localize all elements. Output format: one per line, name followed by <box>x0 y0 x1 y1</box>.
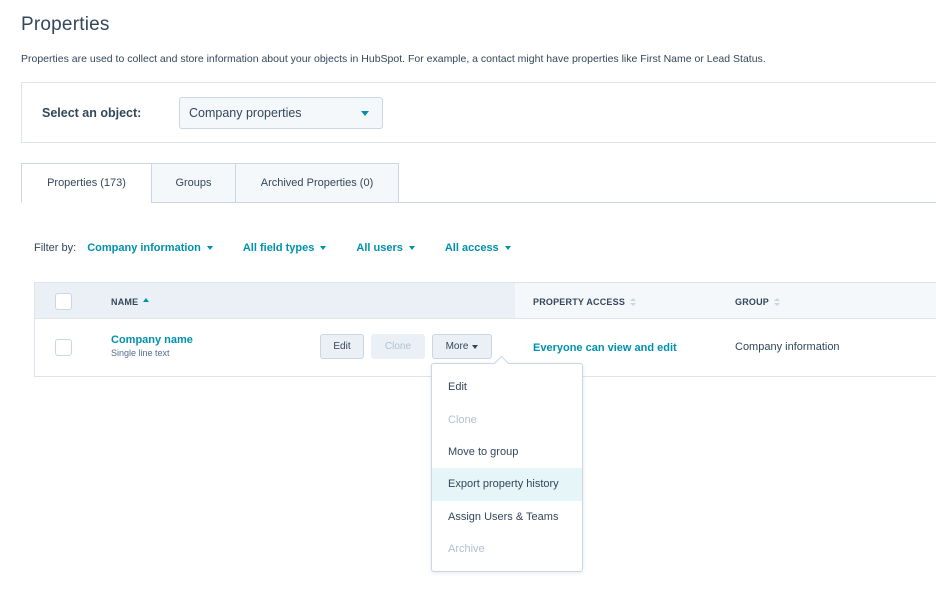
table-header: NAME PROPERTY ACCESS GROUP <box>35 283 936 319</box>
chevron-down-icon <box>320 246 327 250</box>
menu-item-export-property-history[interactable]: Export property history <box>432 468 582 501</box>
more-actions-menu: Edit Clone Move to group Export property… <box>431 363 583 572</box>
menu-item-archive[interactable]: Archive <box>432 533 582 565</box>
object-select-dropdown[interactable]: Company properties <box>179 97 383 129</box>
menu-item-clone[interactable]: Clone <box>432 403 582 435</box>
filter-users[interactable]: All users <box>356 242 415 254</box>
page-description: Properties are used to collect and store… <box>21 53 766 65</box>
filter-label: Filter by: <box>34 242 77 254</box>
tab-bar: Properties (173) Groups Archived Propert… <box>21 163 399 203</box>
more-button-label: More <box>445 341 469 352</box>
tab-groups[interactable]: Groups <box>151 163 236 203</box>
menu-item-edit[interactable]: Edit <box>432 371 582 403</box>
select-all-checkbox[interactable] <box>55 293 72 310</box>
menu-item-move-to-group[interactable]: Move to group <box>432 436 582 468</box>
filter-field-type[interactable]: All field types <box>243 242 327 254</box>
property-access-link[interactable]: Everyone can view and edit <box>533 342 677 354</box>
clone-button[interactable]: Clone <box>371 334 425 359</box>
filter-group-label: Company information <box>87 242 201 254</box>
menu-item-assign-users-teams[interactable]: Assign Users & Teams <box>432 501 582 533</box>
sort-icon <box>774 298 781 306</box>
filter-access-label: All access <box>444 242 499 254</box>
object-selector-panel: Select an object: Company properties <box>21 82 936 143</box>
column-header-name[interactable]: NAME <box>111 297 150 307</box>
tab-properties[interactable]: Properties (173) <box>21 163 152 203</box>
filter-access[interactable]: All access <box>445 242 511 254</box>
chevron-down-icon <box>408 246 415 250</box>
more-button[interactable]: More <box>432 334 492 359</box>
property-field-type: Single line text <box>111 348 170 358</box>
name-header-cell <box>35 283 515 318</box>
row-checkbox[interactable] <box>55 339 72 356</box>
chevron-down-icon <box>361 111 369 116</box>
object-select-value: Company properties <box>189 106 302 120</box>
sort-ascending-icon <box>143 298 150 302</box>
filter-group[interactable]: Company information <box>87 242 213 254</box>
column-header-access[interactable]: PROPERTY ACCESS <box>533 297 637 307</box>
filter-bar: Filter by: Company information All field… <box>34 242 541 254</box>
chevron-down-icon <box>504 246 511 250</box>
column-header-name-label: NAME <box>111 297 139 307</box>
page-title: Properties <box>21 14 110 35</box>
property-group: Company information <box>735 341 840 353</box>
filter-field-type-label: All field types <box>242 242 315 254</box>
column-header-group-label: GROUP <box>735 297 770 307</box>
edit-button[interactable]: Edit <box>320 334 364 359</box>
column-header-access-label: PROPERTY ACCESS <box>533 297 626 307</box>
sort-icon <box>630 298 637 306</box>
object-selector-label: Select an object: <box>42 106 142 120</box>
tab-archived-properties[interactable]: Archived Properties (0) <box>235 163 399 203</box>
chevron-down-icon <box>206 246 213 250</box>
property-name-link[interactable]: Company name <box>111 334 193 346</box>
column-header-group[interactable]: GROUP <box>735 297 781 307</box>
chevron-down-icon <box>472 344 479 349</box>
filter-users-label: All users <box>356 242 403 254</box>
